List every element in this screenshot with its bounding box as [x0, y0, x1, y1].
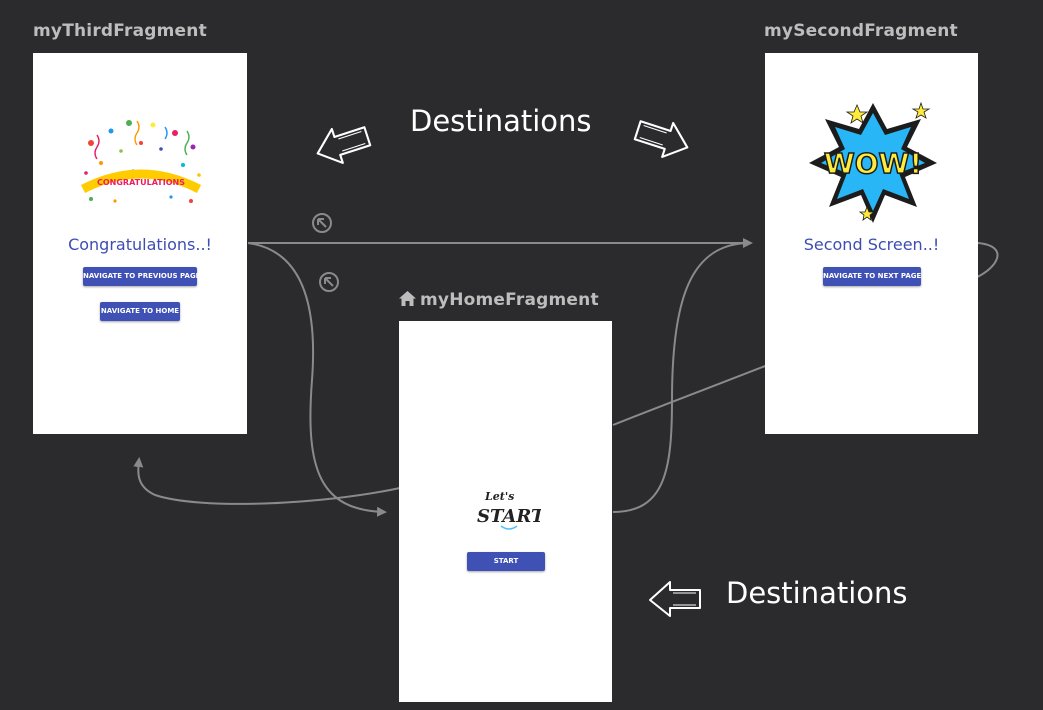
destinations-callout-top: Destinations — [410, 104, 592, 138]
congratulations-banner: CONGRATULATIONS — [97, 178, 185, 187]
hand-drawn-arrow-icon — [649, 581, 701, 617]
action-home-to-second[interactable] — [612, 242, 751, 513]
action-third-to-home[interactable] — [247, 242, 387, 517]
navigate-home-button[interactable]: NAVIGATE TO HOME — [100, 302, 180, 321]
fragment-title-home: myHomeFragment — [420, 290, 599, 310]
wow-comic-text: WOW! — [824, 147, 922, 180]
wow-comic-image: WOW! — [809, 101, 937, 223]
action-return-to-third[interactable] — [133, 457, 401, 505]
lets-start-logo-line2: START — [477, 506, 541, 527]
fragment-preview-home[interactable]: Let's START START — [399, 321, 612, 702]
navigate-previous-button[interactable]: NAVIGATE TO PREVIOUS PAGE — [83, 267, 200, 286]
destinations-callout-bottom: Destinations — [726, 576, 908, 610]
fragment-preview-second[interactable]: WOW! Second Screen..! NAVIGATE TO NEXT P… — [765, 53, 978, 434]
fragment-title-home-row: myHomeFragment — [398, 290, 599, 310]
fragment-title-third: myThirdFragment — [33, 21, 207, 41]
second-heading: Second Screen..! — [803, 235, 940, 254]
home-icon — [399, 291, 416, 306]
navigate-next-button[interactable]: NAVIGATE TO NEXT PAGE — [823, 267, 921, 286]
start-button[interactable]: START — [467, 552, 545, 571]
third-heading: Congratulations..! — [68, 235, 212, 254]
lets-start-logo-line1: Let's — [484, 490, 514, 503]
arrow-up-left-circle-icon[interactable] — [312, 213, 332, 233]
fragment-preview-third[interactable]: CONGRATULATIONS Congratulations..! NAVIG… — [33, 53, 247, 434]
fragment-title-second: mySecondFragment — [764, 21, 958, 41]
hand-drawn-arrow-icon — [633, 120, 689, 158]
confetti-image: CONGRATULATIONS — [80, 120, 202, 203]
arrow-up-left-circle-icon[interactable] — [319, 272, 339, 292]
hand-drawn-arrow-icon — [316, 126, 372, 164]
lets-start-logo: Let's START — [477, 490, 541, 530]
